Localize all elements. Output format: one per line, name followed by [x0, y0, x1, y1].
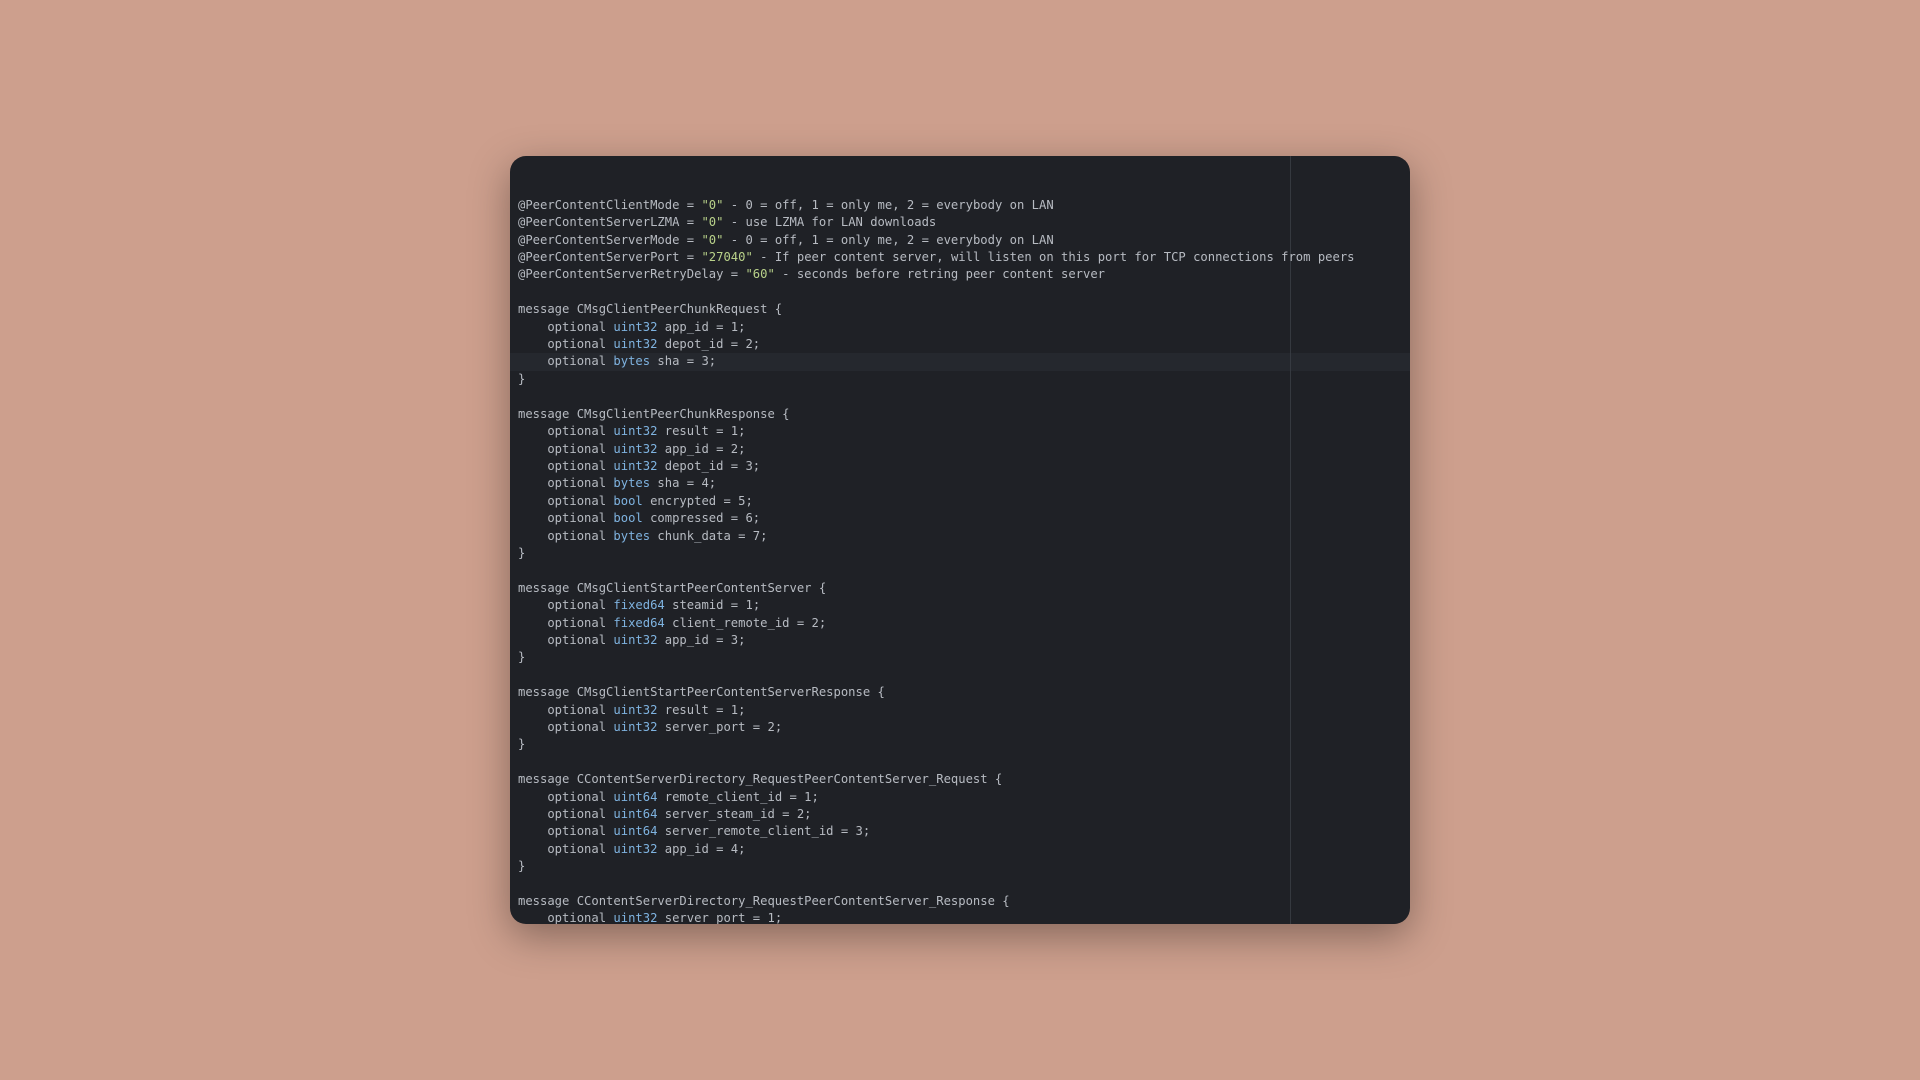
code-area[interactable]: @PeerContentClientMode = "0" - 0 = off, … — [510, 156, 1410, 924]
code-editor-window: @PeerContentClientMode = "0" - 0 = off, … — [510, 156, 1410, 924]
code-content: @PeerContentClientMode = "0" - 0 = off, … — [518, 197, 1410, 924]
